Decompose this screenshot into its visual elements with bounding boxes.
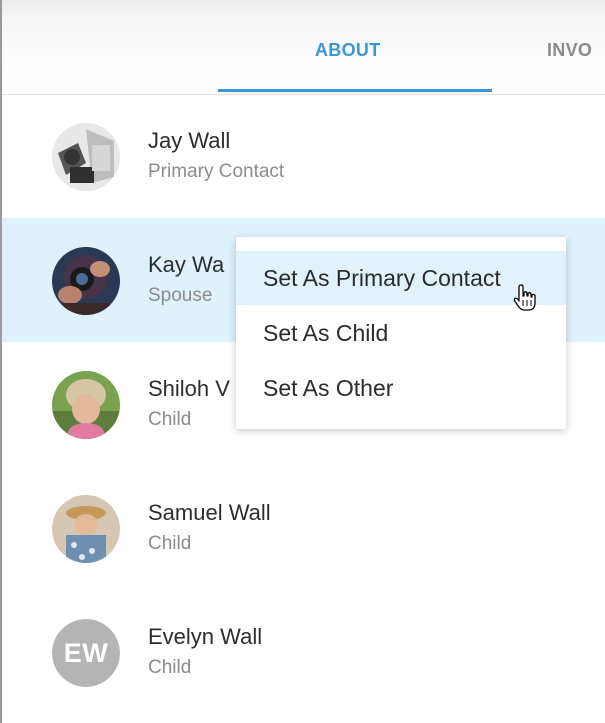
menu-item-set-child[interactable]: Set As Child <box>236 306 566 360</box>
avatar-photo-icon <box>52 495 120 563</box>
contact-name: Kay Wa <box>148 252 225 277</box>
contact-role: Spouse <box>148 285 213 306</box>
contact-name: Evelyn Wall <box>148 624 263 649</box>
avatar-photo-icon <box>52 123 120 191</box>
contact-name: Samuel Wall <box>148 500 271 525</box>
contact-role: Primary Contact <box>148 161 285 182</box>
avatar-initials: EW <box>52 619 120 687</box>
avatar: EW <box>52 619 120 687</box>
contact-row-samuel-wall[interactable]: Samuel Wall Child <box>2 466 605 590</box>
tab-invo[interactable]: INVO <box>547 40 592 61</box>
contact-row-evelyn-wall[interactable]: EW Evelyn Wall Child <box>2 590 605 714</box>
contact-role: Child <box>148 409 192 430</box>
contact-name: Shiloh V <box>148 376 230 401</box>
menu-item-set-other[interactable]: Set As Other <box>236 361 566 415</box>
tab-bar: ABOUT INVO <box>2 0 605 95</box>
active-tab-indicator <box>218 89 492 92</box>
contact-role: Child <box>148 533 192 554</box>
hand-pointer-cursor-icon <box>513 284 536 311</box>
avatar-photo-icon <box>52 371 120 439</box>
contact-role: Child <box>148 657 192 678</box>
avatar <box>52 371 120 439</box>
avatar-photo-icon <box>52 247 120 315</box>
contact-name: Jay Wall <box>148 128 231 153</box>
avatar <box>52 123 120 191</box>
avatar <box>52 495 120 563</box>
contact-row-jay-wall[interactable]: Jay Wall Primary Contact <box>2 94 605 218</box>
contact-role-menu: Set As Primary Contact Set As Child Set … <box>236 237 566 429</box>
tab-about[interactable]: ABOUT <box>315 40 381 61</box>
avatar <box>52 247 120 315</box>
